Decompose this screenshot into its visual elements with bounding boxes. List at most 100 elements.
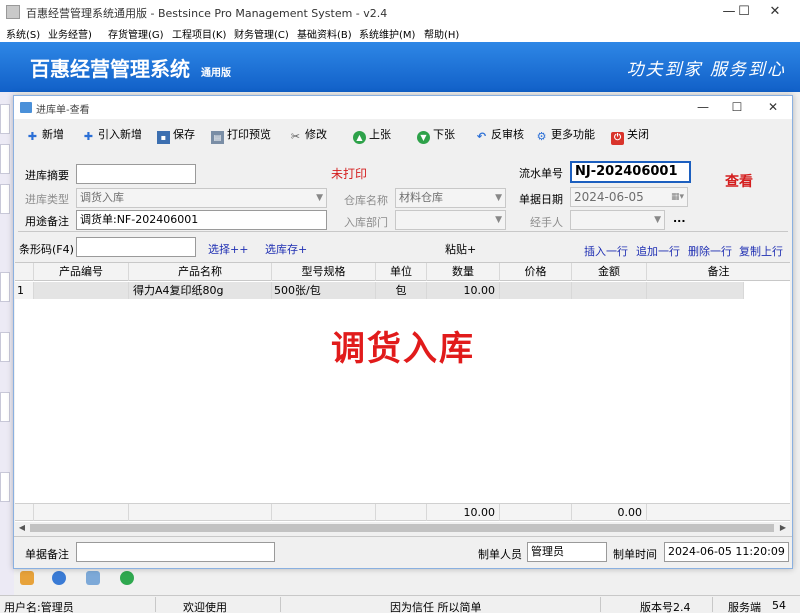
close-form-button[interactable]: ⏻ 关闭 bbox=[611, 125, 649, 145]
menu-system[interactable]: 系统(S) bbox=[6, 26, 40, 41]
arrow-up-icon: ▲ bbox=[353, 131, 366, 144]
paste-link[interactable]: 粘贴+ bbox=[445, 241, 476, 257]
type-select[interactable]: 调货入库 ▼ bbox=[76, 188, 327, 208]
col-header-code[interactable]: 产品编号 bbox=[34, 263, 129, 281]
col-header-qty[interactable]: 数量 bbox=[427, 263, 500, 281]
total-amount: 0.00 bbox=[572, 504, 647, 521]
next-button[interactable]: ▼ 下张 bbox=[417, 125, 455, 145]
save-button[interactable]: ▪ 保存 bbox=[157, 125, 195, 145]
col-header-name[interactable]: 产品名称 bbox=[129, 263, 272, 281]
left-nav-strip bbox=[0, 92, 14, 595]
date-picker[interactable]: 2024-06-05 ▦▾ bbox=[570, 187, 688, 207]
select-link[interactable]: 选择++ bbox=[208, 241, 248, 257]
detail-grid: 产品编号 产品名称 型号规格 单位 数量 价格 金额 备注 1 得力A4复印纸8… bbox=[15, 262, 790, 522]
creator-input[interactable]: 管理员 bbox=[527, 542, 607, 562]
left-nav-tab[interactable] bbox=[0, 272, 10, 302]
table-row[interactable]: 1 得力A4复印纸80g 500张/包 包 10.00 bbox=[15, 282, 790, 299]
dialog-maximize-button[interactable]: ☐ bbox=[720, 97, 754, 117]
purpose-input[interactable]: 调货单:NF-202406001 bbox=[76, 210, 327, 230]
refresh-icon[interactable] bbox=[120, 571, 134, 585]
summary-label: 进库摘要 bbox=[25, 169, 69, 182]
handler-select[interactable]: ▼ bbox=[570, 210, 665, 230]
col-header-spec[interactable]: 型号规格 bbox=[272, 263, 376, 281]
scroll-left-icon[interactable]: ◀ bbox=[15, 522, 29, 534]
serial-label: 流水单号 bbox=[519, 167, 563, 180]
type-label: 进库类型 bbox=[25, 193, 69, 206]
form-separator bbox=[18, 231, 788, 232]
left-nav-tab[interactable] bbox=[0, 184, 10, 214]
report-icon[interactable] bbox=[86, 571, 100, 585]
insert-row-link[interactable]: 插入一行 bbox=[584, 243, 628, 259]
col-header-price[interactable]: 价格 bbox=[500, 263, 572, 281]
doc-remark-input[interactable] bbox=[76, 542, 275, 562]
barcode-label: 条形码(F4) bbox=[19, 243, 74, 256]
dept-select[interactable]: ▼ bbox=[395, 210, 506, 230]
dialog-close-button[interactable]: ✕ bbox=[756, 97, 790, 117]
dialog-title: 进库单-查看 bbox=[36, 105, 90, 116]
more-functions-button[interactable]: ⚙ 更多功能 bbox=[535, 125, 595, 145]
scissors-icon: ✂ bbox=[290, 130, 301, 143]
col-header-remark[interactable]: 备注 bbox=[647, 263, 790, 281]
serial-input[interactable]: NJ-202406001 bbox=[570, 161, 691, 183]
barcode-input[interactable] bbox=[76, 237, 196, 257]
dialog-title-bar: 进库单-查看 — ☐ ✕ bbox=[14, 96, 792, 119]
cell-name[interactable]: 得力A4复印纸80g bbox=[129, 282, 272, 299]
left-nav-tab[interactable] bbox=[0, 104, 10, 134]
menu-help[interactable]: 帮助(H) bbox=[424, 26, 459, 41]
create-time-input[interactable]: 2024-06-05 11:20:09 bbox=[664, 542, 789, 562]
cell-price[interactable] bbox=[500, 282, 572, 299]
doc-remark-label: 单据备注 bbox=[25, 548, 69, 561]
edit-button[interactable]: ✂ 修改 bbox=[289, 125, 327, 145]
left-nav-tab[interactable] bbox=[0, 472, 10, 502]
prev-button[interactable]: ▲ 上张 bbox=[353, 125, 391, 145]
cell-spec[interactable]: 500张/包 bbox=[272, 282, 376, 299]
maximize-button[interactable]: ☐ bbox=[729, 2, 759, 22]
dept-label: 入库部门 bbox=[344, 216, 388, 229]
cell-remark[interactable] bbox=[647, 282, 744, 299]
folder-icon[interactable] bbox=[20, 571, 34, 585]
cell-code[interactable] bbox=[34, 282, 129, 299]
close-button[interactable]: ✕ bbox=[760, 2, 790, 22]
chevron-down-icon: ▼ bbox=[654, 215, 661, 225]
chevron-down-icon: ▼ bbox=[316, 193, 323, 203]
status-server: 服务端 bbox=[728, 601, 761, 613]
col-header-amount[interactable]: 金额 bbox=[572, 263, 647, 281]
warehouse-label: 仓库名称 bbox=[344, 194, 388, 207]
left-nav-tab[interactable] bbox=[0, 392, 10, 422]
cell-unit[interactable]: 包 bbox=[376, 282, 427, 299]
append-row-link[interactable]: 追加一行 bbox=[636, 243, 680, 259]
unapprove-button[interactable]: ↶ 反审核 bbox=[475, 125, 524, 145]
menu-business[interactable]: 业务经营) bbox=[48, 26, 92, 41]
grid-horizontal-scrollbar[interactable]: ◀ ▶ bbox=[15, 522, 790, 534]
cell-qty[interactable]: 10.00 bbox=[427, 282, 500, 299]
menu-finance[interactable]: 财务管理(C) bbox=[234, 26, 289, 41]
arrow-down-icon: ▼ bbox=[417, 131, 430, 144]
status-user: 用户名:管理员 bbox=[4, 601, 74, 613]
col-header-unit[interactable]: 单位 bbox=[376, 263, 427, 281]
copy-prev-row-link[interactable]: 复制上行 bbox=[739, 243, 783, 259]
import-new-button[interactable]: ✚ 引入新增 bbox=[82, 125, 142, 145]
scroll-right-icon[interactable]: ▶ bbox=[776, 522, 790, 534]
menu-basic-data[interactable]: 基础资料(B) bbox=[297, 26, 352, 41]
total-qty: 10.00 bbox=[427, 504, 500, 521]
new-button[interactable]: ✚ 新增 bbox=[26, 125, 64, 145]
clock-icon[interactable] bbox=[52, 571, 66, 585]
handler-more-button[interactable]: ... bbox=[673, 212, 686, 225]
status-bar: 用户名:管理员 欢迎使用 因为信任 所以简单 版本号2.4 服务端 54 bbox=[0, 595, 800, 613]
select-stock-link[interactable]: 选库存+ bbox=[265, 241, 307, 257]
menu-inventory[interactable]: 存货管理(G) bbox=[108, 26, 164, 41]
menu-maintenance[interactable]: 系统维护(M) bbox=[359, 26, 415, 41]
delete-row-link[interactable]: 删除一行 bbox=[688, 243, 732, 259]
cell-amount[interactable] bbox=[572, 282, 647, 299]
left-nav-tab[interactable] bbox=[0, 144, 10, 174]
print-preview-button[interactable]: ▤ 打印预览 bbox=[211, 125, 271, 145]
summary-input[interactable] bbox=[76, 164, 196, 184]
dialog-minimize-button[interactable]: — bbox=[686, 97, 720, 117]
menu-bar: 系统(S) 业务经营) 存货管理(G) 工程项目(K) 财务管理(C) 基础资料… bbox=[0, 24, 800, 42]
warehouse-select[interactable]: 材料仓库 ▼ bbox=[395, 188, 506, 208]
left-nav-tab[interactable] bbox=[0, 332, 10, 362]
status-version: 版本号2.4 bbox=[640, 601, 691, 613]
creator-label: 制单人员 bbox=[478, 548, 522, 561]
menu-projects[interactable]: 工程项目(K) bbox=[172, 26, 226, 41]
scroll-thumb[interactable] bbox=[30, 524, 774, 532]
